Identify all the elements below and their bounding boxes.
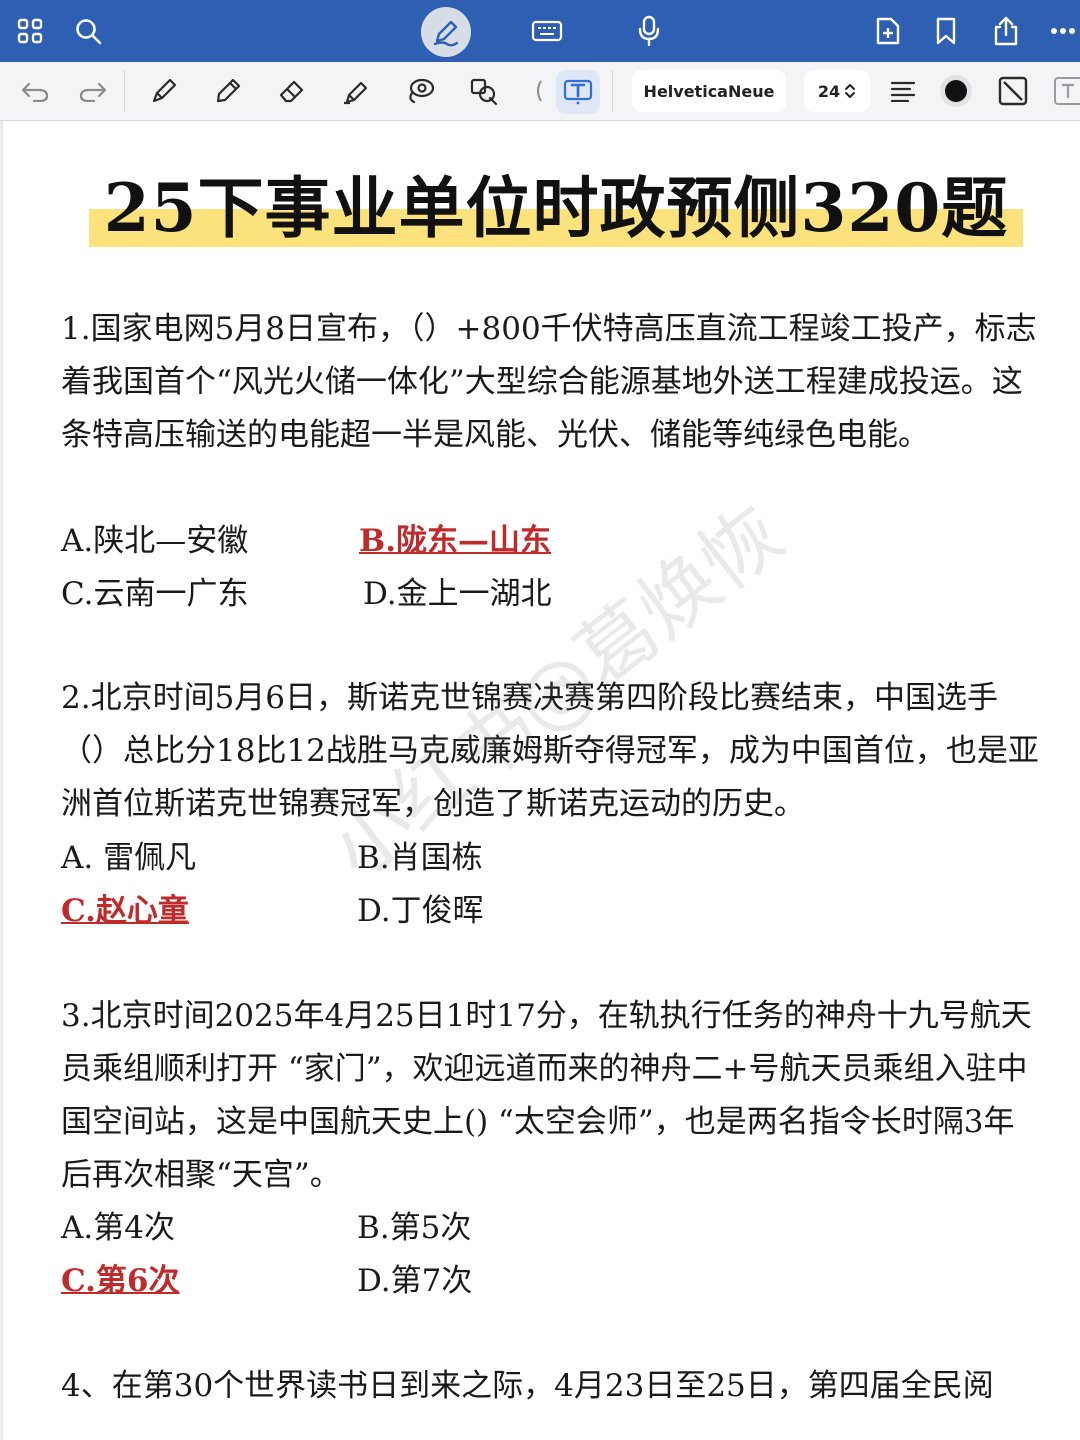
question-2-option-c-answer: C.赵心童 (61, 893, 189, 929)
more-icon[interactable] (1048, 0, 1078, 62)
question-1: 1.国家电网5月8日宣布，（）+800千伏特高压直流工程竣工投产，标志着我国首个… (61, 303, 1041, 462)
question-3-option-b: B.第5次 (357, 1210, 472, 1246)
question-1-option-a: A.陕北—安徽 (61, 523, 249, 559)
pen-icon (433, 20, 459, 47)
tool-bar: HelveticaNeue 24 (0, 62, 1080, 121)
question-3: 3.北京时间2025年4月25日1时17分，在轨执行任务的神舟十九号航天员乘组顺… (61, 990, 1041, 1202)
question-4-text: 4、在第30个世界读书日到来之际，4月23日至25日，第四届全民阅 (61, 1368, 994, 1404)
font-size-selector[interactable]: 24 (804, 70, 870, 112)
share-icon[interactable] (990, 0, 1022, 62)
undo-icon[interactable] (18, 62, 52, 120)
question-3-option-a: A.第4次 (61, 1210, 175, 1246)
microphone-icon[interactable] (634, 0, 664, 62)
text-style-icon[interactable] (1052, 62, 1080, 120)
redo-icon[interactable] (76, 62, 110, 120)
fountain-pen-icon[interactable] (146, 62, 182, 120)
question-1-text: 1.国家电网5月8日宣布，（）+800千伏特高压直流工程竣工投产，标志着我国首个… (61, 311, 1037, 453)
align-text-icon[interactable] (886, 62, 920, 120)
scroll-indicator-icon (530, 62, 546, 120)
keyboard-icon[interactable] (528, 0, 566, 62)
pen-mode-button[interactable] (421, 7, 471, 57)
question-4: 4、在第30个世界读书日到来之际，4月23日至25日，第四届全民阅 (61, 1360, 1041, 1413)
question-3-option-c-answer: C.第6次 (61, 1263, 180, 1299)
shapes-icon[interactable] (466, 62, 502, 120)
font-family-selector[interactable]: HelveticaNeue (632, 70, 786, 112)
size-stepper-icon (845, 84, 856, 98)
question-3-option-d: D.第7次 (357, 1263, 473, 1299)
grid-icon[interactable] (14, 0, 46, 62)
question-1-option-c: C.云南一广东 (61, 576, 249, 612)
highlighter-icon[interactable] (338, 62, 374, 120)
pencil-icon[interactable] (210, 62, 246, 120)
question-1-option-d: D.金上一湖北 (363, 576, 552, 612)
page-title: 25下事业单位时政预侧320题 (103, 169, 1009, 247)
document-page: 25下事业单位时政预侧320题 1.国家电网5月8日宣布，（）+800千伏特高压… (0, 121, 1080, 1440)
bookmark-icon[interactable] (932, 0, 960, 62)
title-block: 25下事业单位时政预侧320题 (89, 169, 1023, 249)
font-size-value: 24 (817, 81, 841, 101)
question-1-option-b-answer: B.陇东—山东 (359, 523, 551, 559)
top-bar (0, 0, 1080, 62)
question-2-option-a: A. 雷佩凡 (61, 840, 197, 876)
border-style-icon[interactable] (994, 62, 1032, 120)
question-3-text: 3.北京时间2025年4月25日1时17分，在轨执行任务的神舟十九号航天员乘组顺… (61, 998, 1032, 1193)
search-icon[interactable] (72, 0, 104, 62)
lasso-icon[interactable] (402, 62, 438, 120)
text-box-icon (560, 62, 596, 120)
eraser-icon[interactable] (274, 62, 310, 120)
color-picker-icon[interactable] (936, 62, 976, 120)
add-page-icon[interactable] (872, 0, 904, 62)
